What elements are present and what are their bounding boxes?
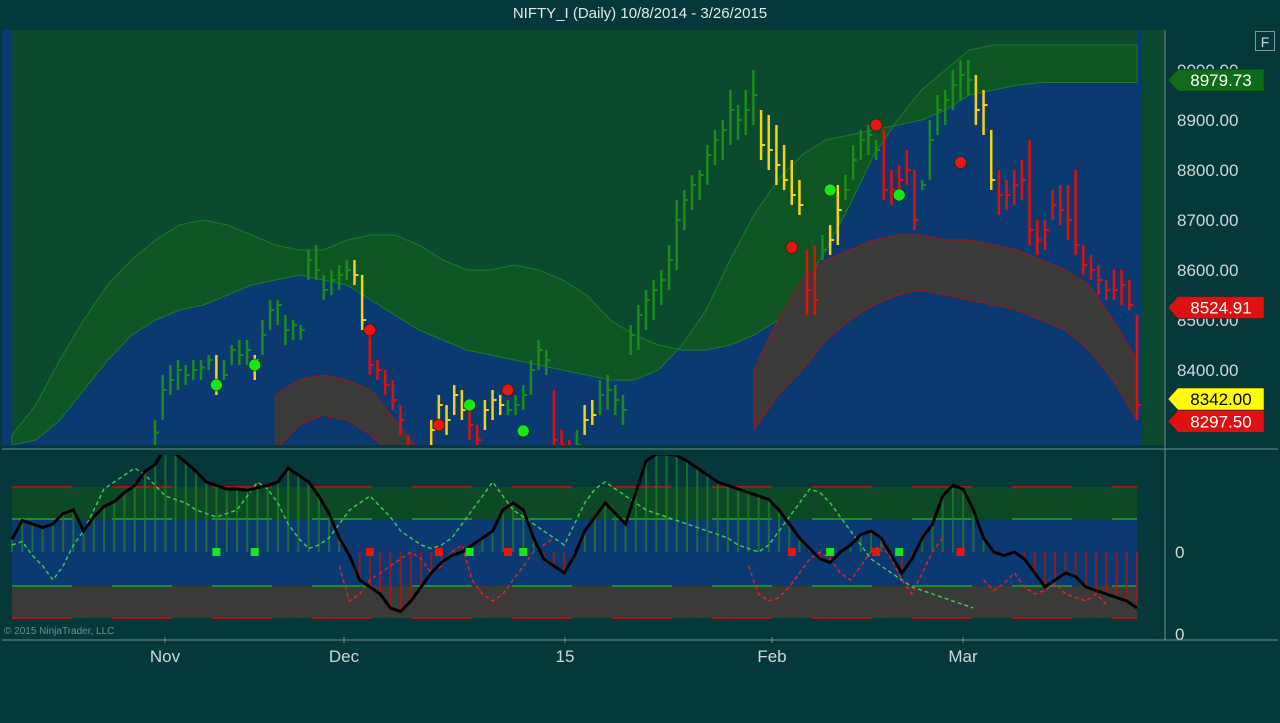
osc-signal-square	[826, 548, 835, 556]
osc-signal-square	[519, 548, 528, 556]
price-flag-text: 8297.50	[1190, 412, 1251, 431]
osc-signal-square	[250, 548, 259, 556]
price-flag-text: 8524.91	[1190, 299, 1251, 318]
price-tick-label: 8600.00	[1177, 261, 1238, 280]
signal-dot	[463, 398, 476, 412]
osc-tick-label: 0	[1175, 625, 1184, 644]
x-tick-label: Mar	[948, 647, 978, 666]
price-flag: 8979.73	[1167, 68, 1265, 92]
signal-dot	[869, 118, 883, 132]
signal-dot	[823, 183, 837, 197]
osc-lower-zone	[12, 586, 1137, 618]
signal-dot	[248, 358, 262, 372]
signal-dot	[363, 323, 377, 337]
price-tick-label: 8700.00	[1177, 211, 1238, 230]
price-tick-label: 8800.00	[1177, 161, 1238, 180]
price-flag: 8524.91	[1167, 296, 1265, 319]
osc-upper-zone	[12, 487, 1137, 519]
copyright: © 2015 NinjaTrader, LLC	[4, 626, 114, 637]
signal-dot	[210, 378, 223, 392]
osc-signal-square	[787, 548, 796, 556]
osc-signal-square	[872, 548, 881, 556]
right-gap	[1142, 30, 1162, 445]
signal-dot	[516, 424, 530, 438]
signal-dot	[892, 188, 906, 202]
price-flag-text: 8979.73	[1190, 71, 1251, 90]
signal-dot	[785, 241, 799, 254]
signal-dot	[501, 383, 515, 397]
price-tick-label: 8400.00	[1177, 361, 1238, 380]
osc-signal-square	[365, 548, 374, 556]
osc-signal-square	[503, 548, 512, 556]
price-flag: 8342.00	[1167, 387, 1265, 411]
x-tick-label: Feb	[757, 647, 786, 666]
osc-signal-square	[956, 548, 965, 556]
price-flag: 8297.50	[1167, 410, 1265, 433]
osc-signal-square	[434, 548, 443, 556]
x-tick-label: Nov	[150, 647, 181, 666]
osc-signal-square	[212, 548, 221, 556]
x-tick-label: 15	[556, 647, 575, 666]
price-flag-text: 8342.00	[1190, 390, 1251, 409]
price-tick-label: 8900.00	[1177, 111, 1238, 130]
x-tick-label: Dec	[329, 647, 360, 666]
osc-tick-label: 0	[1175, 543, 1184, 562]
osc-signal-square	[895, 548, 904, 556]
signal-dot	[432, 418, 446, 432]
signal-dot	[954, 156, 967, 169]
osc-signal-square	[465, 548, 474, 556]
chart-canvas: 9000.008900.008800.008700.008600.008500.…	[2, 30, 1278, 666]
